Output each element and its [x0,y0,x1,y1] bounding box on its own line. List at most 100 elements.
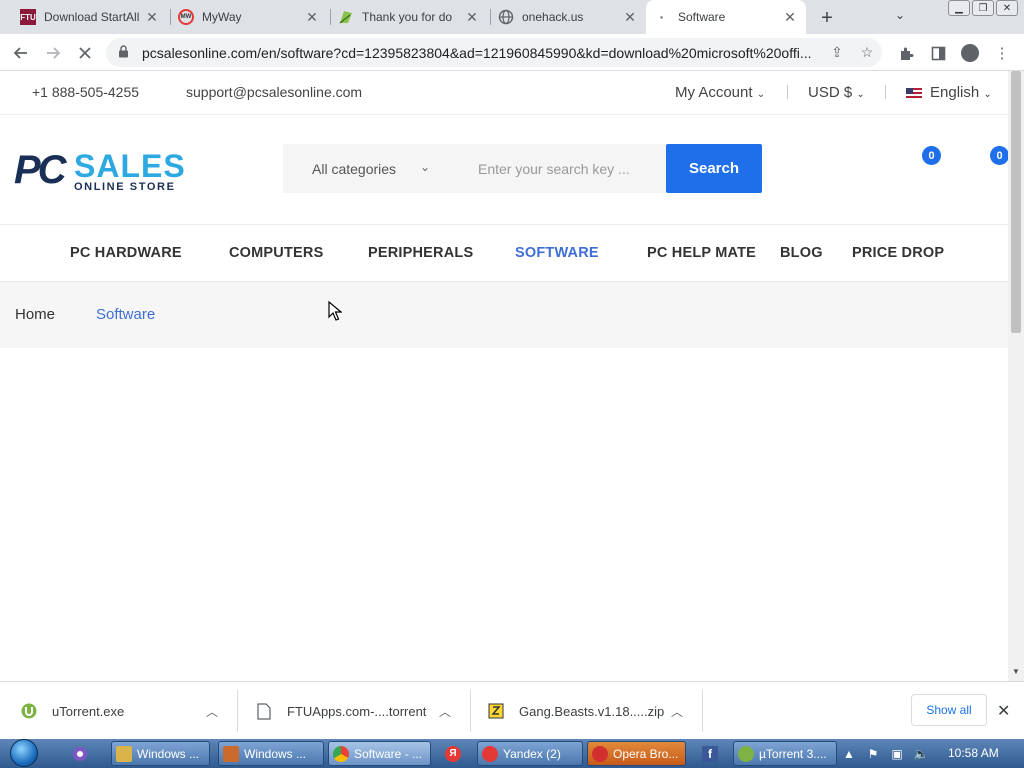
my-account-dropdown[interactable]: My Account ⌄ [675,84,765,101]
close-icon[interactable]: ✕ [304,9,320,25]
scroll-down-arrow-icon[interactable]: ▼ [1012,667,1020,676]
system-tray: ▲ ⚑ ▣ 🔈 10:58 AM [840,739,1024,768]
chevron-down-icon: ⌄ [983,89,992,100]
breadcrumb: Home Software [0,282,1008,348]
chevron-down-icon: ⌄ [856,89,865,100]
leaf-favicon-icon [338,9,354,25]
profile-avatar-icon[interactable] [960,43,980,63]
search-input[interactable] [452,144,666,193]
tab-title: Thank you for do [362,10,453,24]
support-email[interactable]: support@pcsalesonline.com [186,84,362,100]
close-icon[interactable]: ✕ [782,9,798,25]
taskbar-chrome[interactable]: Software - ... [328,741,431,766]
extensions-puzzle-icon[interactable] [896,43,916,63]
nav-pc-hardware[interactable]: PC HARDWARE [70,245,182,261]
tab-onehack[interactable]: onehack.us ✕ [490,0,646,34]
bookmark-star-icon[interactable]: ☆ [852,44,882,61]
tab-download-startall[interactable]: FTU Download StartAll ✕ [12,0,168,34]
taskbar-explorer-2[interactable]: Windows ... [218,741,324,766]
close-icon[interactable]: ✕ [622,9,638,25]
nav-computers[interactable]: COMPUTERS [229,245,323,261]
site-logo[interactable]: PC SALES ONLINE STORE [14,149,192,193]
address-bar[interactable]: pcsalesonline.com/en/software?cd=1239582… [106,38,882,67]
download-item-utorrent[interactable]: uTorrent.exe ︿ [20,682,236,740]
yandex-icon[interactable]: Я [441,742,465,765]
cart-count-badge[interactable]: 0 [990,146,1008,165]
search-bar: All categories ⌄ Search [283,144,762,193]
close-icon[interactable]: ✕ [997,701,1010,721]
currency-dropdown[interactable]: USD $ ⌄ [808,84,865,101]
start-button[interactable] [6,739,44,768]
globe-icon [498,9,514,25]
facebook-icon[interactable]: f [698,742,722,765]
taskbar-explorer-1[interactable]: Windows ... [111,741,210,766]
wishlist-count-badge[interactable]: 0 [922,146,941,165]
clock[interactable]: 10:58 AM [948,746,999,760]
nav-pc-help-mate[interactable]: PC HELP MATE [647,245,756,261]
web-page: +1 888-505-4255 support@pcsalesonline.co… [0,71,1008,681]
divider [787,85,788,99]
close-icon[interactable]: ✕ [464,9,480,25]
taskbar-label: Opera Bro... [613,746,679,761]
action-center-flag-icon[interactable]: ⚑ [864,747,882,761]
category-select[interactable]: All categories ⌄ [283,144,452,193]
taskbar-yandex[interactable]: Yandex (2) [477,741,583,766]
zip-icon [487,702,505,720]
nav-price-drop[interactable]: PRICE DROP [852,245,944,261]
page-scrollbar[interactable]: ▼ [1008,71,1024,681]
search-button[interactable]: Search [666,144,762,193]
ftu-favicon-icon: FTU [20,9,36,25]
nav-peripherals[interactable]: PERIPHERALS [368,245,473,261]
download-filename: uTorrent.exe [52,703,125,719]
taskbar-opera[interactable]: Opera Bro... [587,741,686,766]
tab-software[interactable]: · Software ✕ [646,0,806,34]
scrollbar-thumb[interactable] [1011,71,1021,333]
stop-loading-icon[interactable] [74,42,96,64]
back-arrow-icon[interactable] [10,42,32,64]
quicklaunch-icon[interactable] [68,742,92,765]
download-item-gangbeasts[interactable]: Gang.Beasts.v1.18.....zip ︿ [487,682,702,740]
volume-icon[interactable]: 🔈 [912,747,930,761]
download-item-ftuapps[interactable]: FTUApps.com-....torrent ︿ [255,682,470,740]
close-icon[interactable]: ✕ [144,9,160,25]
show-all-downloads-button[interactable]: Show all [911,694,987,726]
language-dropdown[interactable]: English ⌄ [906,84,992,101]
main-nav: PC HARDWARE COMPUTERS PERIPHERALS SOFTWA… [0,225,1008,282]
chevron-up-icon[interactable]: ︿ [206,703,218,720]
mouse-cursor-icon [328,301,342,321]
currency-label: USD $ [808,84,853,101]
chevron-down-icon: ⌄ [419,160,430,174]
network-icon[interactable]: ▣ [888,747,906,761]
tab-title: MyWay [202,10,242,24]
taskbar-label: Windows ... [244,746,307,761]
nav-blog[interactable]: BLOG [780,245,823,261]
tab-myway[interactable]: MW MyWay ✕ [170,0,328,34]
taskbar-utorrent[interactable]: µTorrent 3.... [733,741,837,766]
lock-icon [118,44,132,61]
tab-thank-you[interactable]: Thank you for do ✕ [330,0,488,34]
yandex-browser-icon [482,745,498,762]
minimize-button[interactable]: ▁ [948,0,970,16]
divider [885,85,886,99]
restore-button[interactable]: ❐ [972,0,994,16]
side-panel-icon[interactable] [928,43,948,63]
share-icon[interactable]: ⇪ [822,44,852,61]
breadcrumb-home[interactable]: Home [15,306,55,323]
divider [237,690,238,732]
us-flag-icon [906,88,922,99]
download-shelf: uTorrent.exe ︿ FTUApps.com-....torrent ︿… [0,681,1024,739]
phone-number[interactable]: +1 888-505-4255 [32,84,139,100]
browser-toolbar: pcsalesonline.com/en/software?cd=1239582… [0,34,1024,71]
close-window-button[interactable]: ✕ [996,0,1018,16]
window-controls: ▁ ❐ ✕ [948,0,1018,16]
new-tab-button[interactable]: + [816,7,838,29]
nav-software[interactable]: SOFTWARE [515,245,599,261]
tray-expand-icon[interactable]: ▲ [840,747,858,761]
chevron-up-icon[interactable]: ︿ [439,703,451,720]
menu-dots-icon[interactable]: ⋮ [992,43,1012,63]
tab-search-chevron-icon[interactable]: ⌄ [895,8,905,22]
url-text: pcsalesonline.com/en/software?cd=1239582… [142,44,812,61]
forward-arrow-icon[interactable] [42,42,64,64]
chevron-up-icon[interactable]: ︿ [671,703,683,720]
chevron-down-icon: ⌄ [756,89,766,100]
